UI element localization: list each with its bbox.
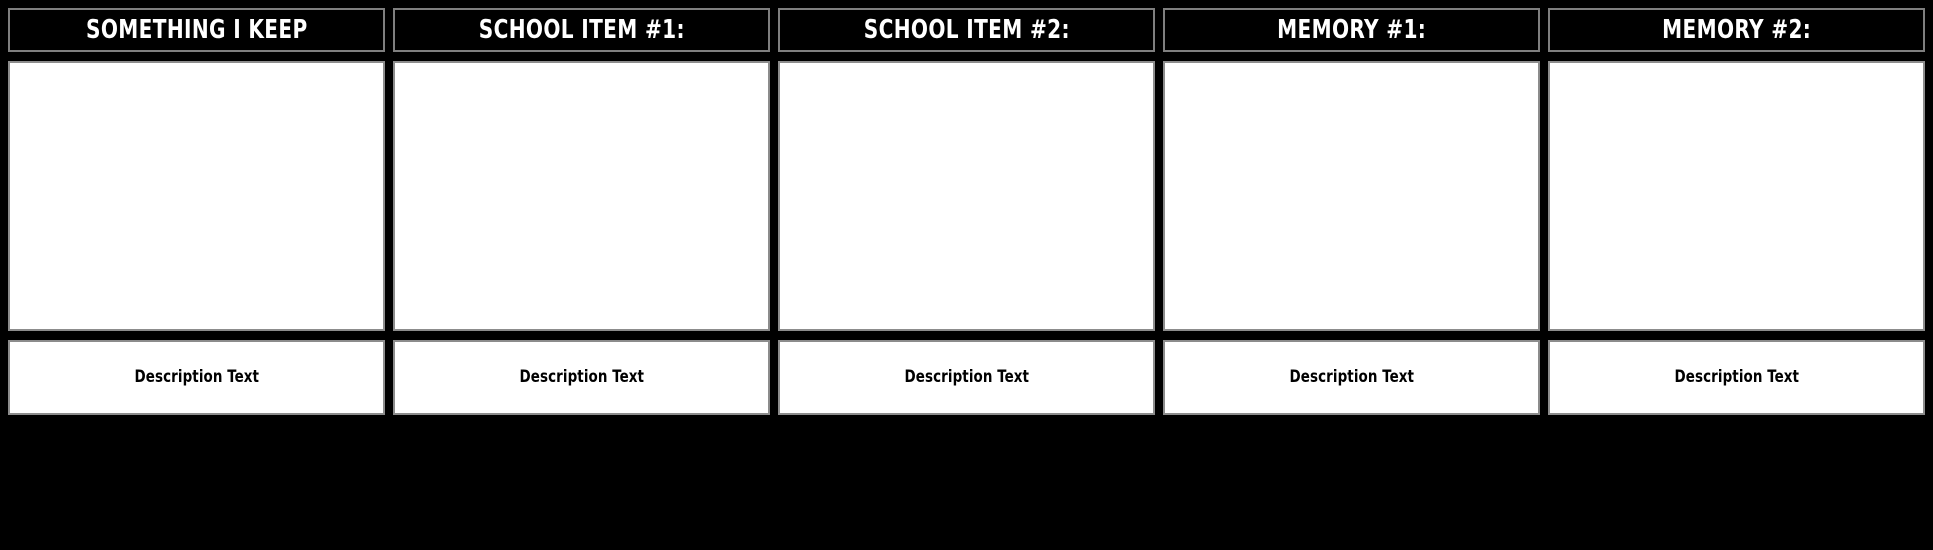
storyboard-grid: SOMETHING I KEEP Description Text SCHOOL… [0, 0, 1933, 550]
storyboard-description-text: Description Text [519, 366, 644, 387]
storyboard-header-title: SCHOOL ITEM #2: [863, 15, 1070, 45]
storyboard-description-cell[interactable]: Description Text [778, 340, 1155, 415]
storyboard-description-text: Description Text [1674, 366, 1799, 387]
storyboard-header-cell[interactable]: MEMORY #1: [1163, 8, 1540, 52]
storyboard-header-title: SOMETHING I KEEP [85, 15, 308, 45]
storyboard-description-cell[interactable]: Description Text [1548, 340, 1925, 415]
storyboard-image-cell[interactable] [1548, 61, 1925, 331]
storyboard-description-cell[interactable]: Description Text [1163, 340, 1540, 415]
storyboard-header-title: MEMORY #2: [1661, 15, 1812, 45]
storyboard-column: SCHOOL ITEM #1: Description Text [393, 8, 770, 415]
storyboard-image-cell[interactable] [393, 61, 770, 331]
storyboard-column: SCHOOL ITEM #2: Description Text [778, 8, 1155, 415]
storyboard-header-cell[interactable]: SOMETHING I KEEP [8, 8, 385, 52]
storyboard-description-text: Description Text [134, 366, 259, 387]
storyboard-description-text: Description Text [1289, 366, 1414, 387]
storyboard-description-cell[interactable]: Description Text [393, 340, 770, 415]
storyboard-header-cell[interactable]: SCHOOL ITEM #2: [778, 8, 1155, 52]
storyboard-header-title: MEMORY #1: [1276, 15, 1427, 45]
storyboard-image-cell[interactable] [1163, 61, 1540, 331]
storyboard-image-cell[interactable] [778, 61, 1155, 331]
storyboard-description-text: Description Text [904, 366, 1029, 387]
storyboard-image-cell[interactable] [8, 61, 385, 331]
storyboard-column: MEMORY #1: Description Text [1163, 8, 1540, 415]
storyboard-header-title: SCHOOL ITEM #1: [478, 15, 685, 45]
storyboard-column: SOMETHING I KEEP Description Text [8, 8, 385, 415]
storyboard-header-cell[interactable]: SCHOOL ITEM #1: [393, 8, 770, 52]
storyboard-column: MEMORY #2: Description Text [1548, 8, 1925, 415]
storyboard-description-cell[interactable]: Description Text [8, 340, 385, 415]
storyboard-header-cell[interactable]: MEMORY #2: [1548, 8, 1925, 52]
